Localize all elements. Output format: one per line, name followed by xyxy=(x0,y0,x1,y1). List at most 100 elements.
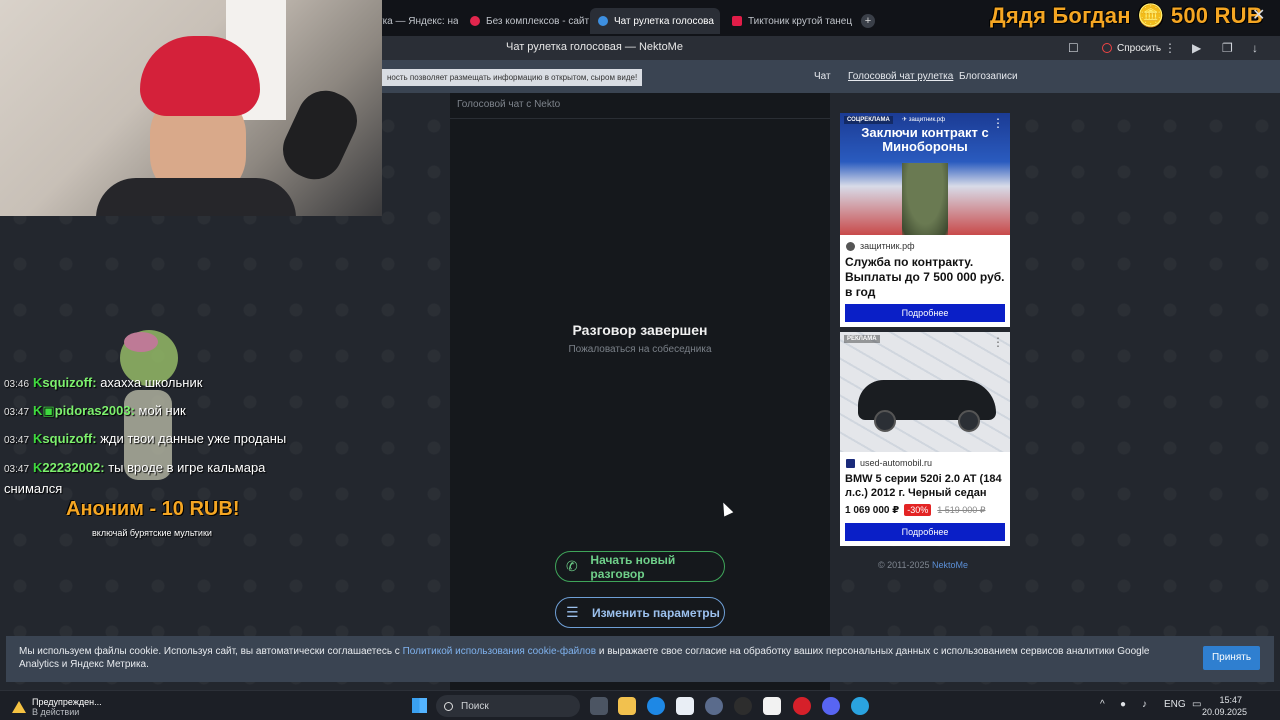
mic-icon[interactable]: ♪ xyxy=(1142,699,1147,710)
ad-mini-site: ✈ защитник.рф xyxy=(902,117,946,123)
price-row: 1 069 000 ₽ -30% 1 519 000 ₽ xyxy=(840,500,1010,516)
copyright-text: © 2011-2025 xyxy=(878,560,930,570)
download-icon[interactable]: ↓ xyxy=(1252,41,1258,55)
kick-badge-icon: K▣ xyxy=(33,403,55,418)
tab-tiktonik[interactable]: Тиктоник крутой танец xyxy=(724,8,854,34)
mascot-brain xyxy=(124,332,158,352)
ad-source: защитник.рф xyxy=(840,235,1010,251)
chat-message: 03:46 Ksquizoff: ахахха школьник xyxy=(4,370,324,398)
obs-icon[interactable] xyxy=(734,697,752,715)
webcam-overlay xyxy=(0,0,382,216)
windows-taskbar: Предупрежден... В действии Поиск ^ ● ♪ E… xyxy=(0,690,1280,720)
clock-date: 20.09.2025 xyxy=(1202,707,1248,717)
discount-badge: -30% xyxy=(904,504,932,516)
chat-user: squizoff: xyxy=(42,431,97,446)
bookmark-icon[interactable]: ☐ xyxy=(1068,41,1079,55)
ad-details-button[interactable]: Подробнее xyxy=(845,304,1005,322)
chat-message: 03:47 K▣pidoras2003: мой ник xyxy=(4,398,324,426)
nav-voice-roulette[interactable]: Голосовой чат рулетка xyxy=(848,71,953,82)
store-icon[interactable] xyxy=(676,697,694,715)
button-label: Изменить параметры xyxy=(592,605,720,620)
conversation-ended-title: Разговор завершен xyxy=(572,322,708,338)
streamer-body xyxy=(96,178,296,216)
warning-icon xyxy=(12,701,26,713)
tab-label: Тиктоник крутой танец xyxy=(748,15,853,27)
warning-title: Предупрежден... xyxy=(32,697,102,707)
ad-source-label: защитник.рф xyxy=(860,241,915,251)
footer-link[interactable]: NektoMe xyxy=(932,560,968,570)
tray-app-icon[interactable]: ● xyxy=(1120,699,1126,710)
warning-notification[interactable]: Предупрежден... В действии xyxy=(12,697,102,717)
cookie-banner: Мы используем файлы cookie. Используя са… xyxy=(6,636,1274,682)
ad-details-button[interactable]: Подробнее xyxy=(845,523,1005,541)
network-icon[interactable]: ▭ xyxy=(1192,699,1201,710)
yandex-browser-icon[interactable] xyxy=(763,697,781,715)
nav-blog[interactable]: Блогозаписи xyxy=(959,71,1018,82)
ad-image: СОЦРЕКЛАМА ✈ защитник.рф ⋮ Заключи контр… xyxy=(840,113,1010,235)
donation-alert: Аноним - 10 RUB! xyxy=(66,498,240,520)
cookie-text-before: Мы используем файлы cookie. Используя са… xyxy=(19,646,403,657)
microphone xyxy=(273,81,367,189)
collections-icon[interactable]: ❐ xyxy=(1222,41,1233,55)
chat-text: ахахха школьник xyxy=(96,375,203,390)
browser-toolbar: Чат рулетка голосовая — NektoMe ☐ Спроси… xyxy=(382,36,1280,60)
system-clock[interactable]: 15:47 20.09.2025 xyxy=(1202,694,1248,718)
ad-text: Служба по контракту. Выплаты до 7 500 00… xyxy=(845,255,1005,299)
tiktonik-icon xyxy=(732,16,742,26)
car-image xyxy=(858,380,996,432)
price: 1 069 000 ₽ xyxy=(845,504,900,516)
tab-label: Чат рулетка голосова xyxy=(614,15,714,27)
accept-cookies-button[interactable]: Принять xyxy=(1203,646,1260,670)
warning-subtitle: В действии xyxy=(32,707,80,717)
ad-card-bmw[interactable]: РЕКЛАМА ⋮ used-automobil.ru BMW 5 серии … xyxy=(840,332,1010,546)
chat-message: 03:47 Ksquizoff: жди твои данные уже прод… xyxy=(4,426,324,454)
ad-source: used-automobil.ru xyxy=(840,452,1010,468)
ad-banner-text: Заключи контракт с Минобороны xyxy=(861,125,989,154)
change-params-button[interactable]: ☰ Изменить параметры xyxy=(555,597,725,628)
tab-nektome[interactable]: Чат рулетка голосова ✕ xyxy=(590,8,720,34)
opera-icon[interactable] xyxy=(793,697,811,715)
report-partner-link[interactable]: Пожаловаться на собеседника xyxy=(450,344,830,355)
menu-dots-icon[interactable]: ⋮ xyxy=(1164,41,1176,55)
tab-bez-kompleksov[interactable]: Без комплексов - сайт зн xyxy=(462,8,590,34)
voice-chat-panel: Голосовой чат с Nekto Разговор завершен … xyxy=(450,93,830,690)
kick-badge-icon: K xyxy=(33,431,43,446)
search-icon xyxy=(444,701,453,711)
cookie-policy-link[interactable]: Политикой использования cookie-файлов xyxy=(403,646,596,657)
windows-start-icon[interactable] xyxy=(412,698,427,713)
ad-card-army[interactable]: СОЦРЕКЛАМА ✈ защитник.рф ⋮ Заключи контр… xyxy=(840,113,1010,327)
ask-button[interactable]: Спросить xyxy=(1094,39,1169,57)
chat-time: 03:47 xyxy=(4,435,30,446)
soldier-image xyxy=(902,163,948,235)
chat-text: мой ник xyxy=(134,403,186,418)
nav-chat[interactable]: Чат xyxy=(814,71,831,82)
ad-menu-icon[interactable]: ⋮ xyxy=(992,335,1004,349)
chat-user: 22232002: xyxy=(42,460,105,475)
cookie-text: Мы используем файлы cookie. Используя са… xyxy=(19,645,1169,671)
new-conversation-button[interactable]: ✆ Начать новый разговор xyxy=(555,551,725,582)
close-window-icon[interactable]: ✕ xyxy=(1252,5,1265,25)
ad-source-label: used-automobil.ru xyxy=(860,458,933,468)
site-icon xyxy=(846,458,855,468)
language-indicator[interactable]: ENG xyxy=(1164,699,1186,710)
lips-icon xyxy=(470,16,480,26)
new-tab-button[interactable]: + xyxy=(861,14,875,28)
chat-time: 03:47 xyxy=(4,464,30,475)
edge-icon[interactable] xyxy=(647,697,665,715)
discord-icon[interactable] xyxy=(822,697,840,715)
ad-image: РЕКЛАМА ⋮ xyxy=(840,332,1010,452)
telegram-icon[interactable] xyxy=(851,697,869,715)
tray-chevron-icon[interactable]: ^ xyxy=(1100,699,1105,710)
video-icon[interactable]: ▶ xyxy=(1192,41,1201,55)
taskbar-search[interactable]: Поиск xyxy=(436,695,580,717)
chat-message: 03:47 K22232002: ты вроде в игре кальмара… xyxy=(4,454,324,498)
chat-text: жди твои данные уже проданы xyxy=(96,431,287,446)
task-view-icon[interactable] xyxy=(590,697,608,715)
ad-tag: СОЦРЕКЛАМА xyxy=(844,116,893,124)
stream-chat-overlay: 03:46 Ksquizoff: ахахха школьник 03:47 K▣p… xyxy=(4,370,324,498)
file-explorer-icon[interactable] xyxy=(618,697,636,715)
screen: тка — Яндекс: на Без комплексов - сайт з… xyxy=(0,0,1280,720)
tab-yandex[interactable]: тка — Яндекс: на xyxy=(370,8,458,34)
app-icon[interactable] xyxy=(705,697,723,715)
ad-tag: РЕКЛАМА xyxy=(844,335,880,343)
